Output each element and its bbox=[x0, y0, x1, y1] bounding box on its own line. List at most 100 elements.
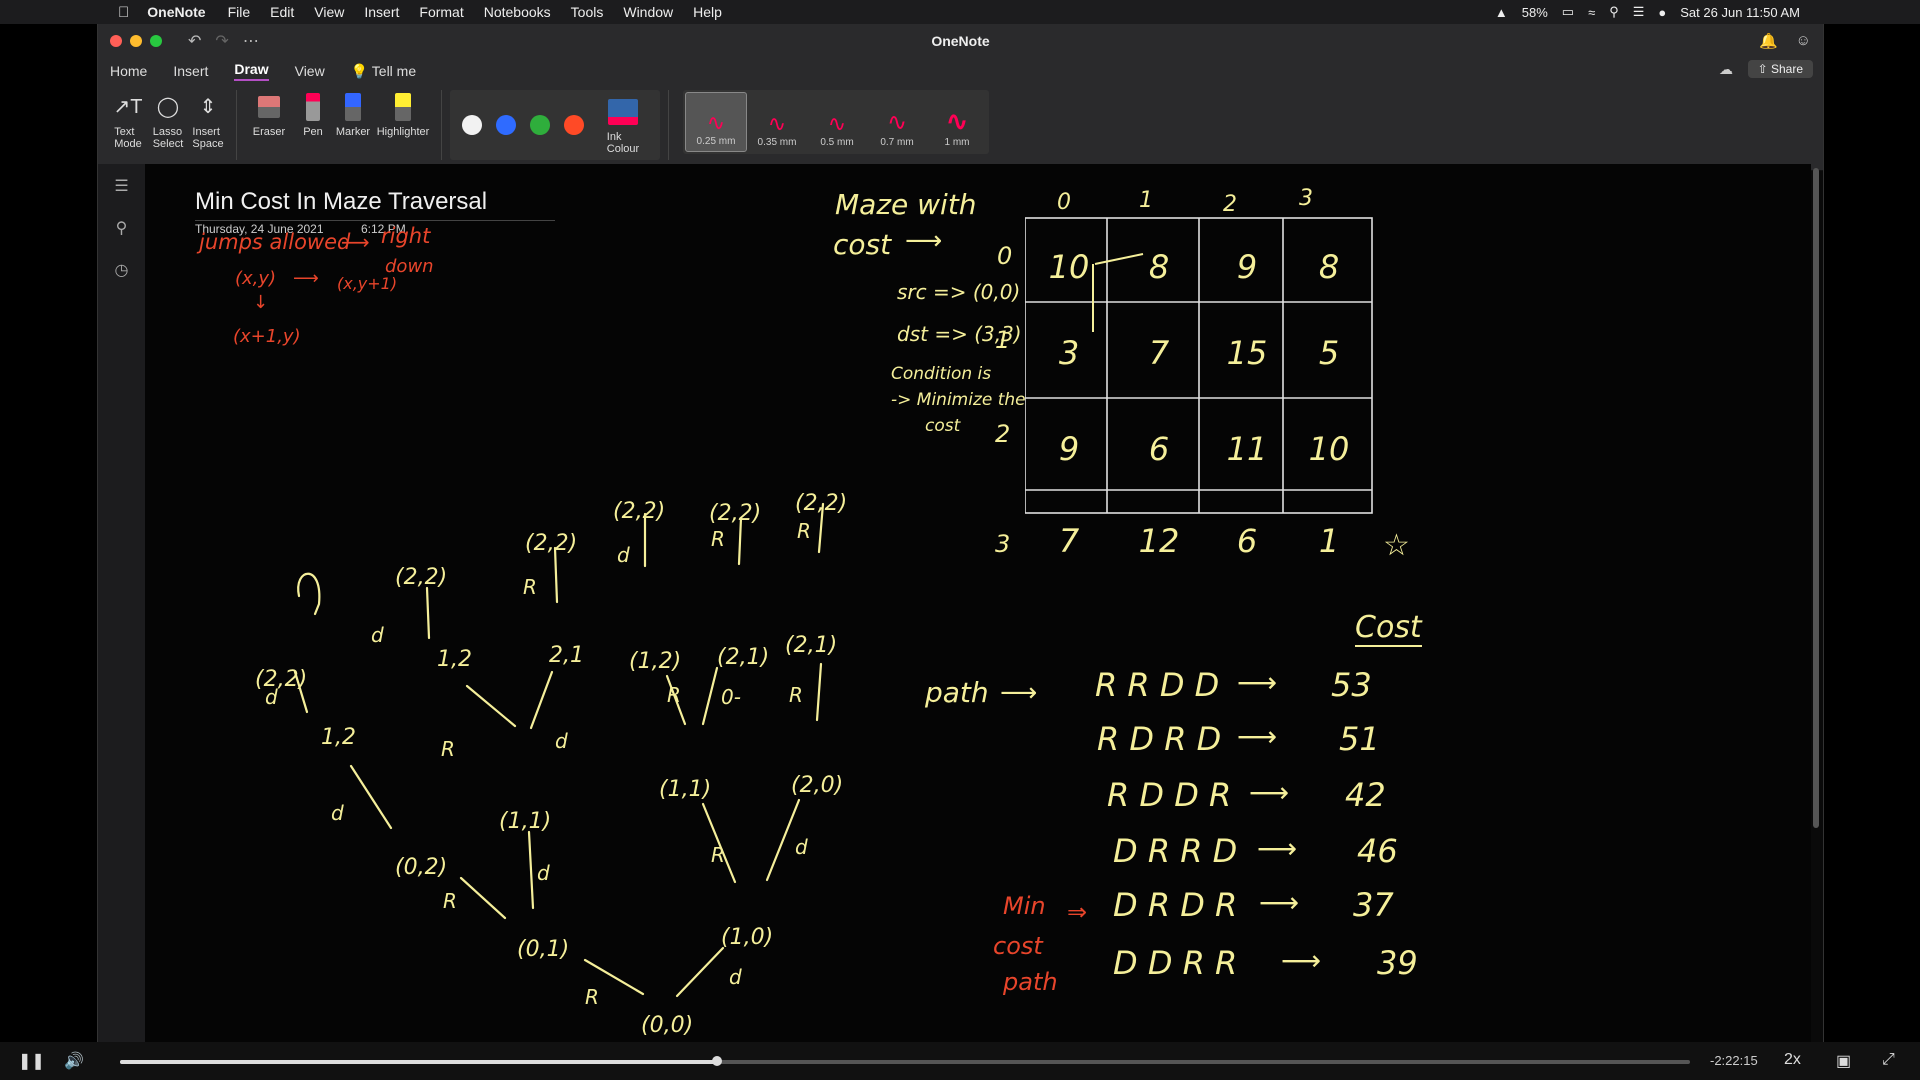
menu-format[interactable]: Format bbox=[419, 4, 463, 20]
path-seq-2[interactable]: R D R D bbox=[1097, 720, 1221, 758]
color-swatch-red[interactable] bbox=[564, 115, 584, 135]
path-seq-5[interactable]: D R D R bbox=[1113, 886, 1237, 924]
page-canvas[interactable]: Min Cost In Maze Traversal Thursday, 24 … bbox=[145, 164, 1811, 1042]
cell-2-0[interactable]: 9 bbox=[1059, 430, 1079, 468]
exit-fullscreen-icon[interactable]: ⤢ bbox=[1882, 1051, 1895, 1069]
progress-scrubber[interactable] bbox=[711, 1056, 722, 1066]
path-cost-2[interactable]: 51 bbox=[1339, 720, 1380, 758]
path-seq-3[interactable]: R D D R bbox=[1107, 776, 1231, 814]
tree-node-2-0[interactable]: (2,0) bbox=[791, 773, 843, 798]
path-cost-4[interactable]: 46 bbox=[1357, 832, 1398, 870]
path-cost-6[interactable]: 39 bbox=[1377, 944, 1418, 982]
ink-min[interactable]: Min bbox=[1003, 892, 1046, 920]
path-label[interactable]: path bbox=[925, 676, 989, 709]
ink-cost-2[interactable]: cost bbox=[925, 416, 960, 436]
tree-node-1-2[interactable]: 1,2 bbox=[321, 725, 356, 750]
menu-help[interactable]: Help bbox=[693, 4, 722, 20]
wifi-icon[interactable]: ≈ bbox=[1588, 5, 1595, 20]
menu-tools[interactable]: Tools bbox=[571, 4, 604, 20]
tell-me-search[interactable]: 💡 Tell me bbox=[351, 63, 416, 80]
siri-icon[interactable]: ● bbox=[1658, 5, 1666, 20]
highlighter-button[interactable]: Highlighter bbox=[373, 90, 433, 138]
redo-icon[interactable]: ↷ bbox=[215, 31, 228, 51]
sync-cloud-icon[interactable]: ☁ bbox=[1719, 61, 1733, 78]
cell-0-2[interactable]: 9 bbox=[1237, 248, 1257, 286]
thickness-1[interactable]: ∿ 1 mm bbox=[927, 92, 987, 152]
cell-3-3[interactable]: 1 bbox=[1319, 522, 1339, 560]
path-cost-3[interactable]: 42 bbox=[1345, 776, 1386, 814]
tree-node-2-1[interactable]: (2,1) bbox=[717, 645, 769, 670]
spotlight-search-icon[interactable]: ⚲ bbox=[1609, 4, 1619, 20]
tree-node-1-2[interactable]: (1,2) bbox=[629, 649, 681, 674]
tab-view[interactable]: View bbox=[295, 63, 325, 79]
tree-node-2-2[interactable]: (2,2) bbox=[525, 531, 577, 556]
cell-1-1[interactable]: 7 bbox=[1149, 334, 1170, 372]
tree-node-0-2[interactable]: (0,2) bbox=[395, 855, 447, 880]
color-swatch-white[interactable] bbox=[462, 115, 482, 135]
maze-grid-ink[interactable]: 10 8 9 8 3 7 15 5 9 6 11 10 7 12 6 1 bbox=[1025, 164, 1445, 624]
ink-cost[interactable]: cost bbox=[833, 228, 891, 261]
text-mode-button[interactable]: ↗T Text Mode bbox=[108, 90, 148, 150]
cell-2-2[interactable]: 11 bbox=[1227, 430, 1268, 468]
ink-colour-button[interactable]: Ink Colour bbox=[598, 95, 648, 155]
thickness-07[interactable]: ∿ 0.7 mm bbox=[867, 92, 927, 152]
tree-node-2-2[interactable]: (2,2) bbox=[709, 501, 761, 526]
share-button[interactable]: ⇧ Share bbox=[1747, 60, 1813, 78]
tab-insert[interactable]: Insert bbox=[173, 63, 208, 79]
menu-notebooks[interactable]: Notebooks bbox=[484, 4, 551, 20]
menu-insert[interactable]: Insert bbox=[364, 4, 399, 20]
thickness-05[interactable]: ∿ 0.5 mm bbox=[807, 92, 867, 152]
cell-2-1[interactable]: 6 bbox=[1149, 430, 1169, 468]
control-center-icon[interactable]: ☰ bbox=[1633, 4, 1645, 20]
ink-condition[interactable]: Condition is bbox=[891, 364, 991, 384]
volume-icon[interactable]: 🔊 bbox=[64, 1051, 84, 1071]
vertical-scrollbar[interactable] bbox=[1813, 168, 1819, 828]
tree-node-2-2[interactable]: (2,2) bbox=[613, 499, 665, 524]
playback-speed[interactable]: 2x bbox=[1784, 1051, 1801, 1069]
undo-icon[interactable]: ↶ bbox=[188, 31, 201, 51]
more-options-icon[interactable]: ⋯ bbox=[243, 31, 259, 51]
tab-home[interactable]: Home bbox=[110, 63, 147, 79]
search-icon[interactable]: ⚲ bbox=[116, 218, 128, 238]
cell-1-2[interactable]: 15 bbox=[1227, 334, 1268, 372]
cell-1-0[interactable]: 3 bbox=[1059, 334, 1079, 372]
menu-view[interactable]: View bbox=[314, 4, 344, 20]
path-cost-1[interactable]: 53 bbox=[1331, 666, 1372, 704]
apple-icon[interactable]:  bbox=[118, 4, 129, 21]
recent-notes-clock-icon[interactable]: ◷ bbox=[115, 260, 129, 280]
path-seq-4[interactable]: D R R D bbox=[1113, 832, 1237, 870]
ink-path-label[interactable]: path bbox=[1003, 968, 1058, 996]
tree-node-1-2[interactable]: 1,2 bbox=[437, 647, 472, 672]
close-window-button[interactable] bbox=[110, 35, 122, 47]
ink-src[interactable]: src => (0,0) bbox=[897, 280, 1020, 304]
insert-space-button[interactable]: ⇕ Insert Space bbox=[188, 90, 228, 150]
menu-app-name[interactable]: OneNote bbox=[147, 4, 205, 20]
cell-0-3[interactable]: 8 bbox=[1319, 248, 1339, 286]
cell-0-0[interactable]: 10 bbox=[1049, 248, 1090, 286]
ink-maze-with[interactable]: Maze with bbox=[835, 188, 977, 221]
marker-button[interactable]: Marker bbox=[333, 90, 373, 138]
tree-node-1-0[interactable]: (1,0) bbox=[721, 925, 773, 950]
path-seq-6[interactable]: D D R R bbox=[1113, 944, 1237, 982]
cell-3-1[interactable]: 12 bbox=[1139, 522, 1180, 560]
path-cost-5[interactable]: 37 bbox=[1353, 886, 1394, 924]
cell-1-3[interactable]: 5 bbox=[1319, 334, 1339, 372]
zoom-window-button[interactable] bbox=[150, 35, 162, 47]
cell-3-2[interactable]: 6 bbox=[1237, 522, 1257, 560]
menu-edit[interactable]: Edit bbox=[270, 4, 294, 20]
cost-header[interactable]: Cost bbox=[1355, 610, 1422, 647]
battery-icon[interactable]: ▭ bbox=[1562, 4, 1574, 20]
tree-node-2-1[interactable]: (2,1) bbox=[785, 633, 837, 658]
tree-node-2-2[interactable]: (2,2) bbox=[795, 491, 847, 516]
eraser-button[interactable]: Eraser bbox=[245, 90, 293, 138]
menu-file[interactable]: File bbox=[228, 4, 251, 20]
tree-node-1-1[interactable]: (1,1) bbox=[499, 809, 551, 834]
notebooks-icon[interactable]: ☰ bbox=[114, 176, 128, 196]
accessibility-icon[interactable]: ▲ bbox=[1495, 5, 1508, 20]
ink-minimize[interactable]: -> Minimize the bbox=[891, 390, 1026, 410]
tree-node-1-1[interactable]: (1,1) bbox=[659, 777, 711, 802]
pause-icon[interactable]: ❚❚ bbox=[18, 1051, 45, 1071]
color-swatch-green[interactable] bbox=[530, 115, 550, 135]
tree-node-0-1[interactable]: (0,1) bbox=[517, 937, 569, 962]
lasso-select-button[interactable]: ◯ Lasso Select bbox=[148, 90, 188, 150]
